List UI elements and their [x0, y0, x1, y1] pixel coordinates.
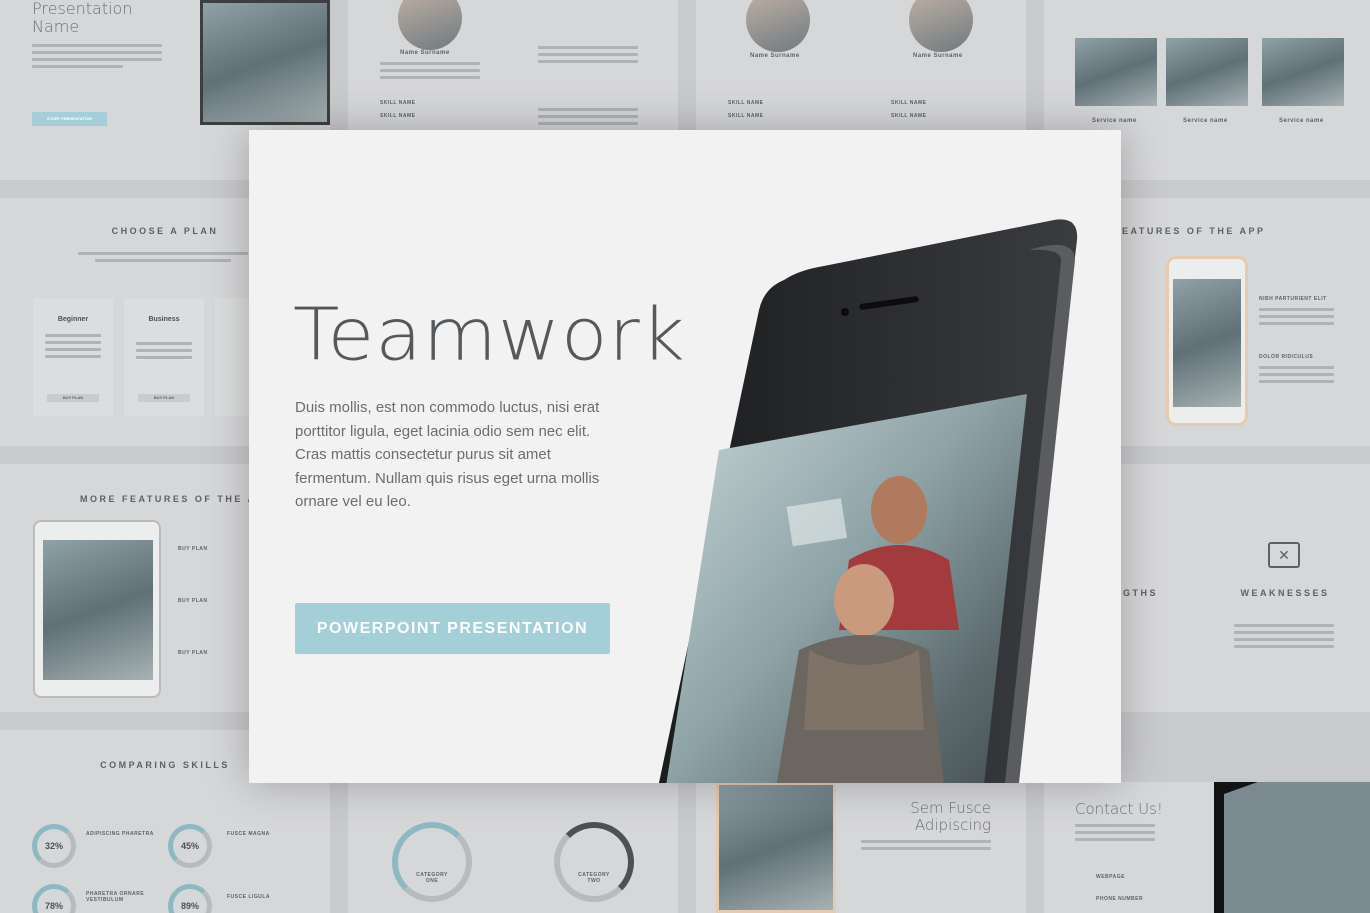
avatar	[398, 0, 462, 50]
service-photo	[1075, 38, 1157, 106]
service-photo	[1166, 38, 1248, 106]
plan-name: Business	[148, 316, 180, 323]
weaknesses-label: WEAKNESSES	[1240, 588, 1330, 598]
presentation-name-title: Presentation Name	[32, 0, 133, 36]
webpage-label: WEBPAGE	[1096, 874, 1125, 880]
slide-contact: Contact Us! WEBPAGE PHONE NUMBER	[1044, 782, 1370, 913]
feature-label: BUY PLAN	[178, 650, 208, 656]
hero-title: Teamwork	[293, 292, 686, 377]
skill-label: SKILL NAME	[728, 113, 764, 119]
feature-label: DOLOR RIDICULUS	[1259, 354, 1314, 360]
phone-mockup	[658, 219, 1078, 783]
tablet-mockup	[33, 520, 161, 698]
skill-label: SKILL NAME	[891, 100, 927, 106]
skill-label: SKILL NAME	[380, 113, 416, 119]
category-ring	[392, 822, 472, 902]
buy-plan-button[interactable]: BUY PLAN	[138, 394, 190, 402]
buy-plan-button[interactable]: BUY PLAN	[47, 394, 99, 402]
features-app-title: FEATURES OF THE APP	[1114, 226, 1266, 236]
skill-ring: 45%	[168, 824, 212, 868]
phone-mockup-small	[1166, 256, 1248, 426]
skill-label: SKILL NAME	[891, 113, 927, 119]
skill-label: SKILL NAME	[380, 100, 416, 106]
avatar	[909, 0, 973, 52]
weaknesses-icon: ✕	[1268, 542, 1300, 568]
contact-title: Contact Us!	[1075, 800, 1163, 818]
plan-name: Beginner	[57, 316, 89, 323]
plan-card-beginner: Beginner BUY PLAN	[33, 298, 113, 416]
category-label: CATEGORY TWO	[578, 872, 610, 884]
plan-card-business: Business BUY PLAN	[124, 298, 204, 416]
member-name: Name Surname	[750, 53, 800, 59]
strengths-label: NGTHS	[1114, 588, 1158, 598]
skill-ring: 32%	[32, 824, 76, 868]
phone-photo-angled	[716, 782, 836, 913]
feature-label: NIBH PARTURIENT ELIT	[1259, 296, 1327, 302]
skill-ring-label: PHARETRA ORNARE VESTIBULUM	[86, 891, 145, 903]
hero-slide: Teamwork Duis mollis, est non commodo lu…	[249, 130, 1121, 783]
sem-fusce-title: Sem Fusce Adipiscing	[910, 799, 991, 834]
skill-ring-label: ADIPISCING PHARETRA	[86, 831, 154, 837]
service-name: Service name	[1279, 118, 1324, 124]
hero-body: Duis mollis, est non commodo luctus, nis…	[295, 399, 600, 510]
skill-ring-label: FUSCE LIGULA	[227, 894, 270, 900]
powerpoint-presentation-button[interactable]: POWERPOINT PRESENTATION	[295, 603, 610, 654]
skill-ring: 89%	[168, 884, 212, 913]
category-ring	[554, 822, 634, 902]
member-name: Name Surname	[913, 53, 963, 59]
member-name: Name Surname	[400, 50, 450, 56]
service-photo	[1262, 38, 1344, 106]
slide-sem-fusce: Sem Fusce Adipiscing	[696, 782, 1026, 913]
avatar	[746, 0, 810, 52]
skill-ring-label: FUSCE MAGNA	[227, 831, 270, 837]
phone-label: PHONE NUMBER	[1096, 896, 1144, 902]
skill-label: SKILL NAME	[728, 100, 764, 106]
slide-categories: CATEGORY ONE CATEGORY TWO	[348, 782, 678, 913]
service-name: Service name	[1183, 118, 1228, 124]
category-label: CATEGORY ONE	[416, 872, 448, 884]
feature-label: BUY PLAN	[178, 598, 208, 604]
start-presentation-button[interactable]: START PRESENTATION	[32, 112, 107, 126]
feature-label: BUY PLAN	[178, 546, 208, 552]
service-name: Service name	[1092, 118, 1137, 124]
laptop-mockup-corner	[1214, 782, 1370, 913]
skill-ring: 78%	[32, 884, 76, 913]
laptop-photo	[200, 0, 330, 125]
